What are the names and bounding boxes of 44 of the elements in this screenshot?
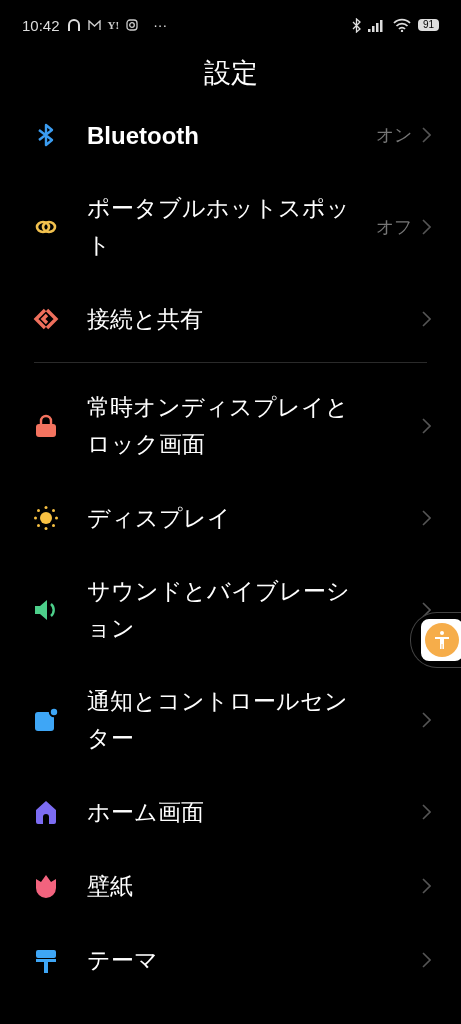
settings-item[interactable]: Bluetooth オン	[0, 98, 461, 172]
item-label: 常時オンディスプレイとロック画面	[87, 393, 350, 459]
more-notifications: ···	[153, 17, 168, 33]
mail-icon	[87, 19, 101, 31]
page-title: 設定	[202, 56, 259, 90]
item-label: 壁紙	[87, 871, 134, 901]
chevron-icon	[422, 418, 431, 434]
accessibility-button[interactable]	[421, 619, 461, 661]
chevron-icon	[422, 712, 431, 728]
item-label: テーマ	[87, 945, 159, 975]
item-status: オフ	[376, 215, 412, 239]
settings-item[interactable]: ディスプレイ	[0, 481, 461, 555]
settings-item[interactable]: ホーム画面	[0, 775, 461, 849]
settings-item[interactable]: 常時オンディスプレイとロック画面	[0, 371, 461, 481]
settings-item[interactable]: 通知とコントロールセンター	[0, 665, 461, 775]
chevron-icon	[422, 804, 431, 820]
wifi-icon	[392, 18, 411, 32]
item-label: 接続と共有	[87, 304, 204, 334]
clock: 10:42	[22, 16, 60, 34]
battery-indicator: 91	[417, 19, 439, 31]
item-label: Bluetooth	[87, 120, 200, 151]
settings-item[interactable]: 接続と共有	[0, 282, 461, 356]
settings-item[interactable]: サウンドとバイブレーション	[0, 555, 461, 665]
item-label: ホーム画面	[87, 797, 205, 827]
yahoo-logo: Y!	[107, 19, 120, 31]
chevron-icon	[422, 510, 431, 526]
item-status: オン	[376, 123, 412, 147]
settings-item[interactable]: 壁紙	[0, 849, 461, 923]
camera-icon	[126, 19, 139, 31]
bluetooth-icon	[351, 17, 361, 33]
settings-item[interactable]: ポータブルホットスポット オフ	[0, 172, 461, 282]
item-label: ディスプレイ	[87, 503, 232, 533]
chevron-icon	[422, 878, 431, 894]
headphones-icon	[66, 18, 81, 32]
settings-item[interactable]: テーマ	[0, 923, 461, 997]
chevron-icon	[422, 311, 431, 327]
signal-icon	[367, 18, 386, 32]
chevron-icon	[422, 219, 431, 235]
item-label: ポータブルホットスポット	[87, 194, 351, 260]
item-label: 通知とコントロールセンター	[87, 687, 349, 753]
item-label: サウンドとバイブレーション	[87, 577, 351, 643]
chevron-icon	[422, 952, 431, 968]
chevron-icon	[422, 127, 431, 143]
accessibility-icon	[425, 623, 459, 657]
